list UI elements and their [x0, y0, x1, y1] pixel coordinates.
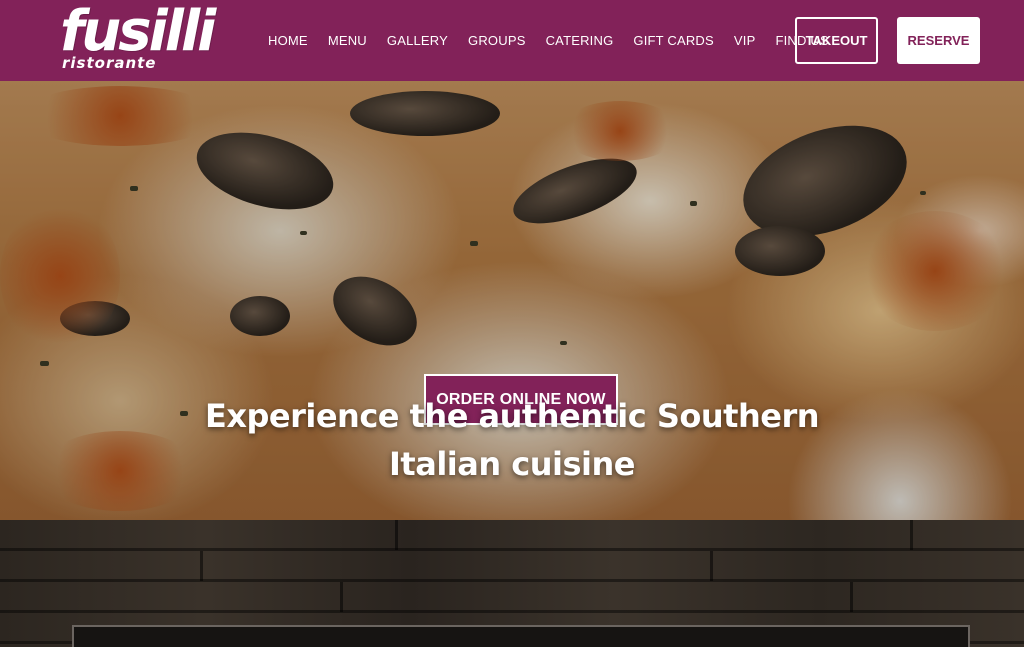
wood-joint — [395, 520, 398, 550]
wood-joint — [710, 551, 713, 581]
wood-joint — [200, 551, 203, 581]
fusilli-logo[interactable]: fusilli ristorante — [60, 0, 216, 76]
wood-joint — [340, 582, 343, 612]
nav-catering[interactable]: CATERING — [546, 33, 614, 48]
nav-groups[interactable]: GROUPS — [468, 33, 526, 48]
hero-headline: Experience the authentic Southern Italia… — [170, 392, 854, 488]
nav-vip[interactable]: VIP — [734, 33, 756, 48]
wood-joint — [850, 582, 853, 612]
nav-menu[interactable]: MENU — [328, 33, 367, 48]
takeout-button[interactable]: TAKEOUT — [795, 17, 878, 64]
nav-gallery[interactable]: GALLERY — [387, 33, 448, 48]
nav-home[interactable]: HOME — [268, 33, 308, 48]
wood-joint — [910, 520, 913, 550]
hero-headline-line1: Experience the authentic Southern — [204, 397, 820, 435]
logo-wordmark: fusilli — [60, 0, 216, 64]
content-panel — [72, 625, 970, 647]
main-nav: HOME MENU GALLERY GROUPS CATERING GIFT C… — [268, 0, 829, 81]
hero-headline-line2: Italian cuisine — [389, 445, 635, 483]
nav-gift-cards[interactable]: GIFT CARDS — [633, 33, 714, 48]
site-header: fusilli ristorante HOME MENU GALLERY GRO… — [0, 0, 1024, 81]
reserve-button[interactable]: RESERVE — [897, 17, 980, 64]
